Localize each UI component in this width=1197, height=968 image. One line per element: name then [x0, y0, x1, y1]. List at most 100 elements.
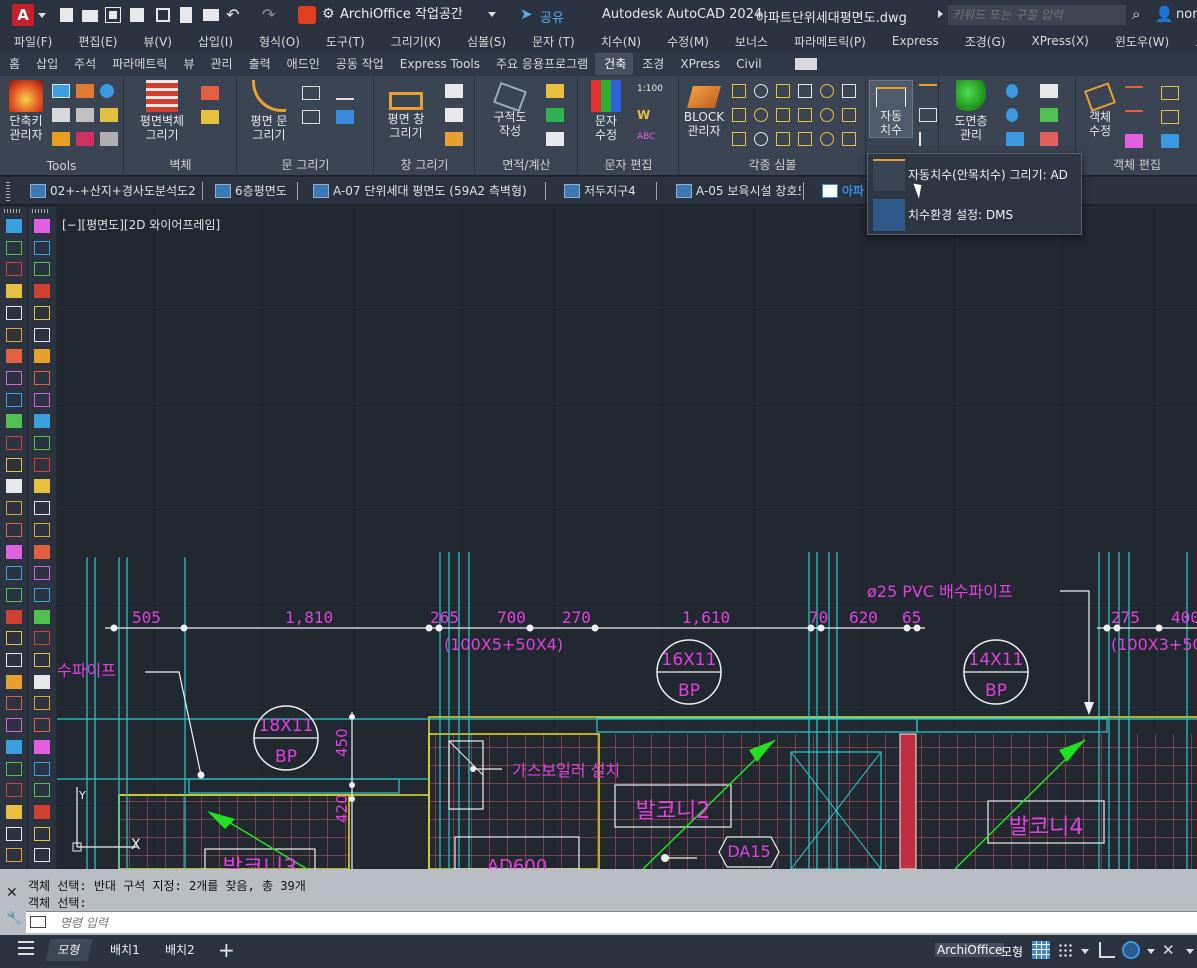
left-tool-icon[interactable] [6, 436, 22, 450]
symbol-icon-2[interactable] [754, 84, 768, 98]
isodraft-dropdown-icon[interactable] [1186, 949, 1194, 954]
left-tool-icon[interactable] [34, 804, 50, 819]
symbol-icon-17[interactable] [820, 132, 834, 146]
symbol-icon-15[interactable] [776, 132, 790, 146]
app-logo-button[interactable]: A [12, 4, 34, 26]
obj-tool-icon-4[interactable] [1161, 110, 1179, 124]
ribbon-tab[interactable]: XPress [671, 53, 727, 75]
doc-tab[interactable]: 02+-+산지+경사도분석도2 [20, 181, 200, 201]
pencil-icon[interactable] [76, 84, 94, 98]
ribbon-tab[interactable]: 홈 [0, 53, 27, 75]
share-icon[interactable]: ➤ [520, 5, 533, 23]
block-manager-button[interactable]: BLOCK 관리자 [682, 80, 726, 138]
layer-tool-icon-6[interactable] [1040, 132, 1058, 146]
polar-icon[interactable] [1122, 941, 1140, 959]
symbol-icon-1[interactable] [732, 84, 746, 98]
menu-item[interactable]: XPress(X) [1017, 34, 1100, 48]
left-tool-icon[interactable] [34, 696, 50, 711]
symbol-icon-14[interactable] [754, 132, 768, 146]
menu-item[interactable]: 치수(N) [587, 33, 653, 50]
left-tool-icon[interactable] [34, 392, 50, 407]
left-tool-icon[interactable] [6, 240, 22, 255]
snap-icon[interactable] [1058, 943, 1074, 957]
left-tool-icon[interactable] [34, 653, 50, 667]
search-input[interactable] [948, 5, 1126, 25]
command-wrench-icon[interactable]: 🔧 [6, 911, 22, 926]
menu-item[interactable]: 보너스 [721, 33, 780, 50]
tooltip-item-dms[interactable]: 치수환경 설정: DMS [870, 196, 1080, 232]
menu-item[interactable]: 파일(F) [0, 33, 64, 50]
obj-tool-icon-2[interactable] [1161, 86, 1179, 100]
auto-dimension-button[interactable]: 자동 치수 [869, 80, 913, 138]
app-menu-arrow-icon[interactable] [38, 13, 46, 18]
left-tool-icon[interactable] [6, 457, 22, 472]
menu-item[interactable]: 도구(T) [312, 33, 377, 50]
status-archioffice-button[interactable]: ArchiOffice [935, 943, 1005, 957]
qat-open-icon[interactable] [82, 10, 98, 22]
dim-tool-icon-2[interactable] [919, 108, 937, 122]
doc-tab[interactable]: A-05 보육시설 창호도 [666, 181, 801, 201]
ribbon-tab[interactable]: 공동 작업 [327, 53, 391, 75]
left-tool-icon[interactable] [34, 284, 50, 299]
left-tool-icon[interactable] [34, 587, 50, 602]
plus-minus-icon[interactable] [100, 132, 118, 146]
drawing-canvas[interactable]: X Y 505 1,810 265 700 270 1,610 70 620 65 275 400 (10… [57, 207, 1197, 869]
left-tool-icon[interactable] [34, 739, 50, 754]
text-abc-icon[interactable]: ABC [637, 132, 655, 146]
layout-tab[interactable]: 배치2 [155, 939, 205, 961]
ribbon-tab[interactable]: Civil [727, 53, 768, 75]
qat-redo-icon[interactable]: ↷ [262, 5, 275, 24]
left-tool-icon[interactable] [6, 587, 22, 602]
doc-tab[interactable]: 아파 [812, 181, 872, 201]
menu-item[interactable]: 도움말(I [1181, 33, 1197, 50]
left-tool-icon[interactable] [6, 848, 22, 863]
menu-item[interactable]: 문자 (T) [518, 33, 587, 50]
left-tool-icon[interactable] [6, 392, 22, 407]
left-tool-icon[interactable] [6, 653, 22, 667]
left-tool-icon[interactable] [6, 327, 22, 342]
ribbon-tab[interactable]: 건축 [595, 53, 634, 75]
qat-undo-icon[interactable]: ↶ [226, 5, 239, 24]
shortcut-manager-button[interactable]: 단축키 관리자 [4, 80, 48, 142]
door-tool-icon-2[interactable] [336, 86, 354, 100]
door-tool-icon-3[interactable] [302, 110, 320, 124]
brush-icon[interactable] [100, 108, 118, 122]
qat-saveas-icon[interactable] [130, 8, 144, 22]
symbol-icon-9[interactable] [776, 108, 790, 122]
user-icon[interactable]: 👤 [1155, 5, 1174, 23]
layout-tab[interactable]: 모형 [45, 939, 93, 961]
ribbon-tab[interactable]: 삽입 [27, 53, 65, 75]
search-icon[interactable]: ⌕ [1132, 5, 1140, 23]
layer-manager-button[interactable]: 도면층 관리 [946, 80, 996, 142]
scale-100-icon[interactable]: 1:100 [637, 84, 663, 98]
ribbon-tab[interactable]: 파라메트릭 [103, 53, 174, 75]
door-tool-icon-4[interactable] [336, 110, 354, 124]
left-tool-icon[interactable] [34, 219, 50, 233]
left-tool-icon[interactable] [34, 479, 50, 494]
dim-tool-icon-1[interactable] [919, 84, 937, 98]
left-tool-icon[interactable] [34, 370, 50, 385]
text-edit-button[interactable]: 문자 수정 [583, 80, 629, 142]
left-tool-icon[interactable] [34, 674, 50, 689]
area-calc-button[interactable]: 구적도 작성 [482, 80, 538, 138]
doc-tab[interactable]: 저두지구4 [554, 181, 654, 201]
left-tool-icon[interactable] [6, 349, 22, 364]
left-tool-icon[interactable] [6, 544, 22, 559]
window-tool-icon-2[interactable] [445, 108, 463, 122]
qat-publish-icon[interactable] [180, 7, 192, 23]
left-tool-icon[interactable] [34, 305, 50, 320]
layer-tool-icon-3[interactable] [1006, 108, 1018, 122]
left-tool-icon[interactable] [6, 718, 22, 733]
left-tool-icon[interactable] [34, 566, 50, 581]
grid-toggle-icon[interactable] [1032, 941, 1050, 959]
menu-item[interactable]: 수정(M) [653, 33, 721, 50]
left-tool-icon[interactable] [6, 804, 22, 819]
window-tool-icon-3[interactable] [445, 132, 463, 146]
monitor-icon[interactable] [52, 84, 70, 98]
menu-item[interactable]: 조경(G) [951, 33, 1018, 50]
layer-icon[interactable] [52, 108, 70, 122]
left-tool-icon[interactable] [34, 544, 50, 559]
area-tool-icon-1[interactable] [546, 84, 564, 98]
left-tool-icon[interactable] [34, 783, 50, 798]
left-tool-icon[interactable] [34, 414, 50, 429]
